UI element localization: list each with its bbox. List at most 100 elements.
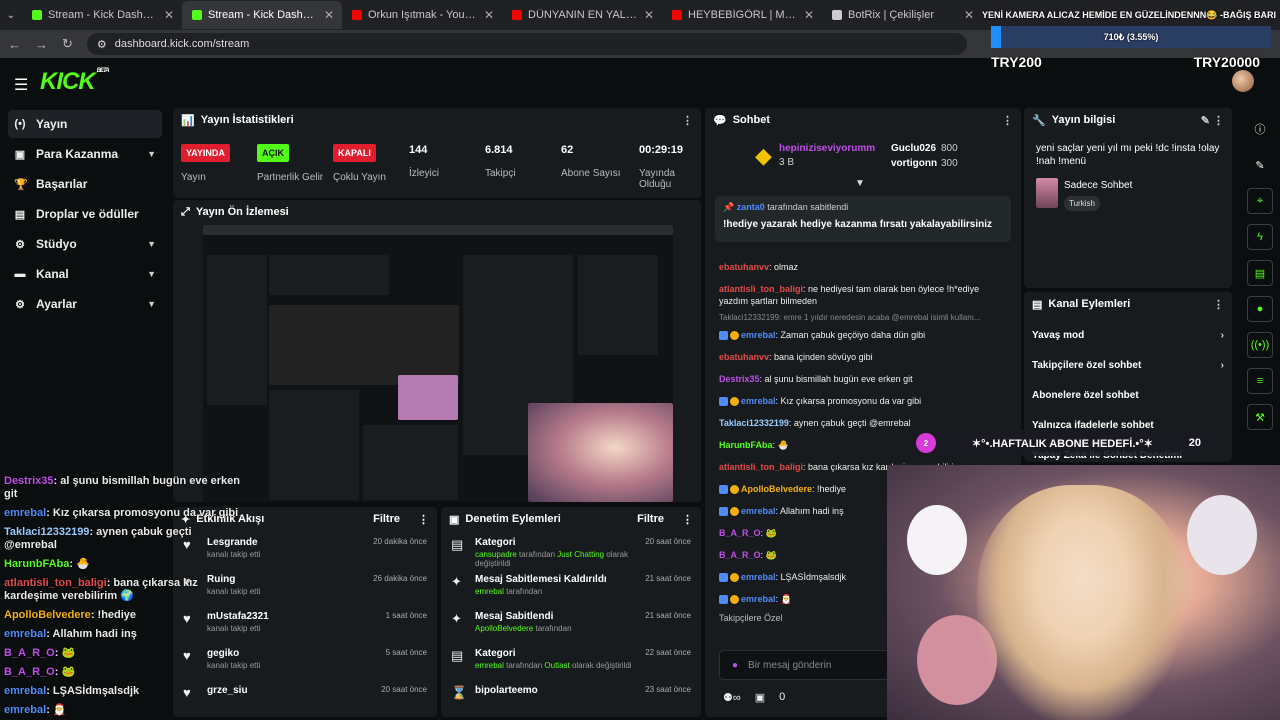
more-icon[interactable]: ⋮ <box>418 513 429 526</box>
chat-username[interactable]: Destrix35 <box>719 374 760 384</box>
close-tab-icon[interactable]: ✕ <box>484 8 494 22</box>
more-icon[interactable]: ⋮ <box>682 513 693 526</box>
pinned-message[interactable]: 📌 zanta0 tarafından sabitlendi !hediye y… <box>715 196 1011 242</box>
maximize-icon[interactable]: ⤢ <box>181 206 190 219</box>
browser-tab[interactable]: HEYBEBİGÖRL | Madara Olduk ✕ <box>662 1 822 29</box>
chat-username[interactable]: B_A_R_O <box>719 550 761 560</box>
chevron-down-icon[interactable]: ▼ <box>147 239 156 249</box>
chat-text: : al şunu bismillah bugün eve erken git <box>759 374 913 384</box>
mod-row[interactable]: ✦ Mesaj Sabitlemesi Kaldırıldı emrebal tar… <box>441 568 701 605</box>
focus-icon[interactable]: ⌖ <box>1247 188 1273 214</box>
mod-row[interactable]: ▤ Kategori emrebal tarafından Outlast olar… <box>441 642 701 679</box>
chat-message[interactable]: ebatuhanvv: olmaz <box>705 256 1021 278</box>
chat-bubble-icon[interactable]: ● <box>1247 296 1273 322</box>
chat-message[interactable]: emrebal: Kız çıkarsa promosyonu da var g… <box>705 390 1021 412</box>
chat-username[interactable]: emrebal <box>741 594 776 604</box>
tab-search-icon[interactable]: ⌄ <box>0 10 22 21</box>
stat-label: Partnerlik Gelir <box>257 172 324 183</box>
pinned-by-user[interactable]: zanta0 <box>737 202 765 212</box>
mod-action-icon: ⌛ <box>451 685 468 700</box>
close-tab-icon[interactable]: ✕ <box>964 8 974 22</box>
chat-message[interactable]: Destrix35: al şunu bismillah bugün eve e… <box>705 368 1021 390</box>
chevron-down-icon[interactable]: ▼ <box>147 269 156 279</box>
category-thumbnail[interactable] <box>1036 178 1058 208</box>
preview-video[interactable] <box>203 225 673 502</box>
bolt-icon[interactable]: ϟ <box>1247 224 1273 250</box>
site-info-icon[interactable]: ⚙ <box>97 38 107 51</box>
chat-message[interactable]: emrebal: Zaman çabuk geçöiyo daha dün gi… <box>705 324 1021 346</box>
menu-icon[interactable]: ☰ <box>14 75 28 95</box>
category-name[interactable]: Sadece Sohbet <box>1064 180 1132 191</box>
clipboard-icon[interactable]: ▤ <box>1247 260 1273 286</box>
list-icon[interactable]: ≡ <box>1247 368 1273 394</box>
chat-username[interactable]: B_A_R_O <box>719 528 761 538</box>
more-icon[interactable]: ⋮ <box>1213 298 1224 311</box>
chat-username[interactable]: Taklaci12332199 <box>719 418 789 428</box>
gifter-3-name[interactable]: vortigonn <box>891 158 937 169</box>
events-filter-button[interactable]: Filtre <box>373 513 400 525</box>
sidebar-item[interactable]: ▤ Droplar ve ödüller <box>8 200 162 228</box>
sidebar-item[interactable]: 🏆 Başarılar <box>8 170 162 198</box>
browser-tab[interactable]: DÜNYANIN EN YALNIZ EVİNDE ✕ <box>502 1 662 29</box>
close-tab-icon[interactable]: ✕ <box>324 8 334 22</box>
sidebar-item[interactable]: ⚙ Stüdyo ▼ <box>8 230 162 258</box>
mod-row[interactable]: ⌛ bipolarteemo 23 saat önce <box>441 679 701 716</box>
info-icon[interactable]: ⓘ <box>1247 116 1273 142</box>
browser-tab[interactable]: BotRix | Çekilişler ✕ <box>822 1 982 29</box>
mod-user[interactable]: ApolloBelvedere <box>475 624 533 633</box>
channel-action-row[interactable]: Takipçilere özel sohbet › <box>1024 350 1232 380</box>
tool-icon[interactable]: ⚒ <box>1247 404 1273 430</box>
chat-username[interactable]: ebatuhanvv <box>719 262 769 272</box>
pencil-icon[interactable]: ✎ <box>1247 152 1273 178</box>
gift-icon[interactable]: ▣ <box>755 691 765 704</box>
infinity-icon[interactable]: ⚉∞ <box>723 691 741 704</box>
channel-action-row[interactable]: Abonelere özel sohbet <box>1024 380 1232 410</box>
mod-user[interactable]: cansupadre <box>475 550 517 559</box>
back-icon[interactable]: ← <box>8 37 21 52</box>
browser-tab[interactable]: Orkun Işıtmak - YouTube ✕ <box>342 1 502 29</box>
chat-username[interactable]: atlantisli_ton_baligi <box>719 284 803 294</box>
channel-action-row[interactable]: Yavaş mod › <box>1024 320 1232 350</box>
reload-icon[interactable]: ↻ <box>62 36 73 52</box>
broadcast-icon[interactable]: ((•)) <box>1247 332 1273 358</box>
gifter-2-name[interactable]: Guclu026 <box>891 143 936 154</box>
mod-user[interactable]: emrebal <box>475 661 504 670</box>
top-gifter-name[interactable]: hepiniziseviyorumm <box>779 143 875 154</box>
mic-icon[interactable]: ● <box>732 660 738 671</box>
browser-tab[interactable]: Stream - Kick Dashboard ✕ <box>182 1 342 29</box>
chat-username[interactable]: atlantisli_ton_baligi <box>719 462 803 472</box>
mod-row[interactable]: ✦ Mesaj Sabitlendi ApolloBelvedere tarafın… <box>441 605 701 642</box>
kick-logo[interactable]: KICK BETA <box>40 68 110 96</box>
sidebar-item[interactable]: ▣ Para Kazanma ▼ <box>8 140 162 168</box>
more-icon[interactable]: ⋮ <box>1002 114 1013 127</box>
chat-message[interactable]: ebatuhanvv: bana içinden sövüyo gibi <box>705 346 1021 368</box>
forward-icon[interactable]: → <box>35 37 48 52</box>
sidebar-item[interactable]: (•) Yayın <box>8 110 162 138</box>
chat-username[interactable]: emrebal <box>741 330 776 340</box>
collapse-icon[interactable]: ▼ <box>855 178 865 189</box>
tag-badge[interactable]: Turkish <box>1064 196 1100 211</box>
browser-tab[interactable]: Stream - Kick Dashboard ✕ <box>22 1 182 29</box>
chat-message[interactable]: atlantisli_ton_baligi: ne hediyesi tam o… <box>705 278 1021 312</box>
chevron-down-icon[interactable]: ▼ <box>147 149 156 159</box>
close-tab-icon[interactable]: ✕ <box>804 8 814 22</box>
url-field[interactable]: ⚙ dashboard.kick.com/stream <box>86 33 967 55</box>
mod-user[interactable]: emrebal <box>475 587 504 596</box>
more-icon[interactable]: ⋮ <box>682 114 693 127</box>
chevron-right-icon[interactable]: › <box>1221 330 1224 341</box>
mod-row[interactable]: ▤ Kategori cansupadre tarafından Just Chat… <box>441 531 701 568</box>
close-tab-icon[interactable]: ✕ <box>164 8 174 22</box>
chat-username[interactable]: emrebal <box>741 572 776 582</box>
chat-username[interactable]: HarunbFAba <box>719 440 773 450</box>
chat-username[interactable]: emrebal <box>741 506 776 516</box>
close-tab-icon[interactable]: ✕ <box>644 8 654 22</box>
chevron-right-icon[interactable]: › <box>1221 360 1224 371</box>
sidebar-item[interactable]: ▬ Kanal ▼ <box>8 260 162 288</box>
edit-icon[interactable]: ✎ ⋮ <box>1201 114 1224 127</box>
chat-username[interactable]: ebatuhanvv <box>719 352 769 362</box>
chat-username[interactable]: ApolloBelvedere <box>741 484 812 494</box>
mod-filter-button[interactable]: Filtre <box>637 513 664 525</box>
chat-username[interactable]: emrebal <box>741 396 776 406</box>
chevron-down-icon[interactable]: ▼ <box>147 299 156 309</box>
sidebar-item[interactable]: ⚙ Ayarlar ▼ <box>8 290 162 318</box>
